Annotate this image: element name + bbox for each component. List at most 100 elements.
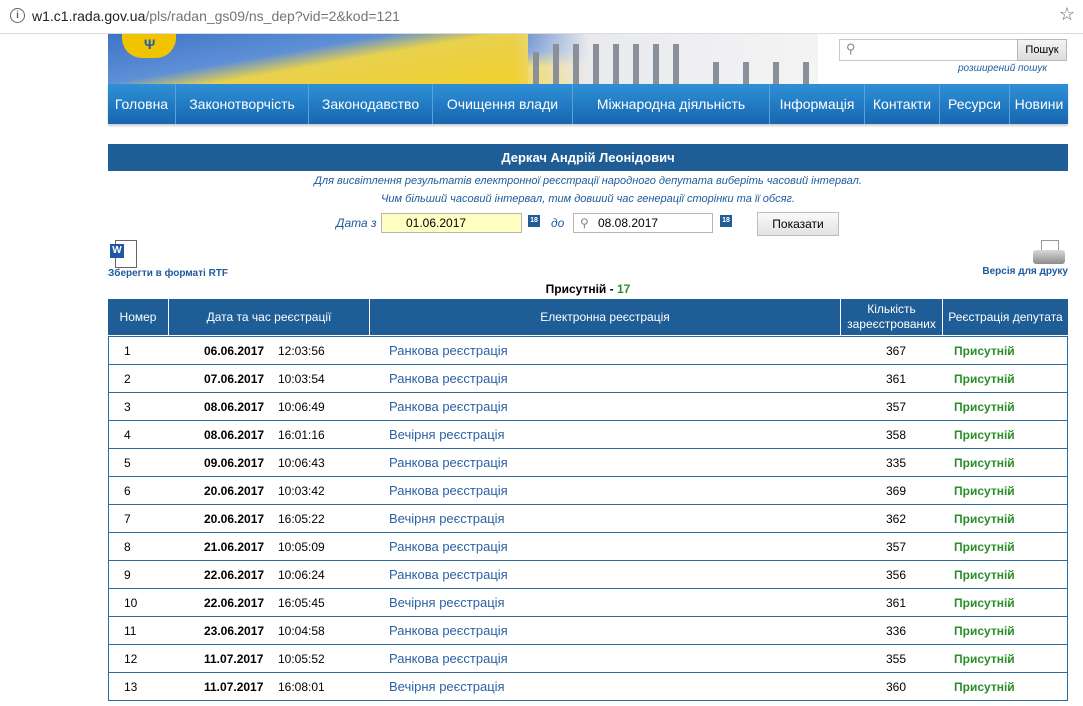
row-time: 10:03:42	[278, 484, 325, 498]
nav-item-home[interactable]: Головна	[108, 84, 176, 124]
registration-link[interactable]: Ранкова реєстрація	[389, 651, 508, 666]
table-row: 9 22.06.2017 10:06:24 Ранкова реєстрація 356…	[108, 561, 1068, 589]
row-time: 16:05:45	[278, 596, 325, 610]
deputy-status: Присутній	[954, 428, 1015, 442]
registered-count: 358	[885, 428, 906, 442]
registered-count: 335	[885, 456, 906, 470]
row-date: 20.06.2017	[204, 512, 265, 526]
table-body: 1 06.06.2017 12:03:56 Ранкова реєстрація 367…	[108, 336, 1068, 701]
row-number: 6	[124, 484, 131, 498]
note-line-2: Чим більший часовий інтервал, тим довший…	[381, 193, 795, 205]
url-field[interactable]: w1.c1.rada.gov.ua/pls/radan_gs09/ns_dep?…	[32, 8, 400, 24]
save-rtf-link[interactable]: Зберегти в форматі RTF	[108, 268, 228, 279]
row-number: 10	[124, 596, 138, 610]
row-date: 11.07.2017	[204, 652, 264, 666]
registration-link[interactable]: Ранкова реєстрація	[389, 343, 508, 358]
deputy-status: Присутній	[954, 372, 1015, 386]
print-version-link[interactable]: Версія для друку	[982, 266, 1068, 277]
nav-item-lawmaking[interactable]: Законотворчість	[176, 84, 309, 124]
nav-item-news[interactable]: Новини	[1010, 84, 1068, 124]
registered-count: 367	[885, 344, 906, 358]
table-row: 5 09.06.2017 10:06:43 Ранкова реєстрація 335…	[108, 449, 1068, 477]
bookmark-star-icon[interactable]: ☆	[1059, 4, 1075, 25]
row-date: 11.07.2017	[204, 680, 264, 694]
table-row: 1 06.06.2017 12:03:56 Ранкова реєстрація 367…	[108, 336, 1068, 365]
date-from-label: Дата з	[336, 216, 377, 230]
calendar-icon[interactable]: 18	[720, 215, 732, 227]
nav-item-resources[interactable]: Ресурси	[940, 84, 1010, 124]
date-to-value: 08.08.2017	[598, 216, 659, 230]
registration-link[interactable]: Ранкова реєстрація	[389, 399, 508, 414]
table-row: 2 07.06.2017 10:03:54 Ранкова реєстрація 361…	[108, 365, 1068, 393]
nav-item-legislation[interactable]: Законодавство	[309, 84, 433, 124]
row-time: 10:05:09	[278, 540, 325, 554]
table-row: 13 11.07.2017 16:08:01 Вечірня реєстрація 36…	[108, 673, 1068, 701]
url-host: w1.c1.rada.gov.ua	[32, 8, 146, 24]
col-datetime: Дата та час реєстрації	[169, 299, 370, 335]
table-row: 7 20.06.2017 16:05:22 Вечірня реєстрація 362…	[108, 505, 1068, 533]
search-button[interactable]: Пошук	[1017, 39, 1067, 61]
page-title: Деркач Андрій Леонідович	[108, 144, 1068, 171]
registered-count: 361	[885, 372, 906, 386]
date-to-field[interactable]: ⚲ 08.08.2017	[573, 213, 713, 233]
registration-link[interactable]: Вечірня реєстрація	[389, 511, 505, 526]
nav-item-contacts[interactable]: Контакти	[865, 84, 940, 124]
row-time: 10:06:43	[278, 456, 325, 470]
header-banner	[108, 34, 818, 84]
deputy-status: Присутній	[954, 596, 1015, 610]
url-path: /pls/radan_gs09/ns_dep?vid=2&kod=121	[145, 8, 400, 24]
registration-link[interactable]: Ранкова реєстрація	[389, 623, 508, 638]
registration-link[interactable]: Вечірня реєстрація	[389, 679, 505, 694]
registration-link[interactable]: Ранкова реєстрація	[389, 539, 508, 554]
parliament-building-image	[513, 34, 818, 84]
row-number: 8	[124, 540, 131, 554]
row-time: 10:06:24	[278, 568, 325, 582]
col-number: Номер	[108, 299, 169, 335]
deputy-status: Присутній	[954, 344, 1015, 358]
advanced-search-link[interactable]: розширений пошук	[958, 63, 1047, 74]
row-number: 1	[124, 344, 131, 358]
nav-item-international[interactable]: Міжнародна діяльність	[573, 84, 770, 124]
row-number: 9	[124, 568, 131, 582]
table-header: Номер Дата та час реєстрації Електронна …	[108, 299, 1068, 335]
registered-count: 356	[885, 568, 906, 582]
registration-link[interactable]: Вечірня реєстрація	[389, 595, 505, 610]
registration-link[interactable]: Вечірня реєстрація	[389, 427, 505, 442]
search-icon: ⚲	[846, 41, 856, 56]
registered-count: 369	[885, 484, 906, 498]
table-row: 12 11.07.2017 10:05:52 Ранкова реєстрація 35…	[108, 645, 1068, 673]
row-date: 08.06.2017	[204, 400, 265, 414]
nav-item-lustration[interactable]: Очищення влади	[433, 84, 573, 124]
printer-icon[interactable]	[1033, 240, 1065, 266]
deputy-status: Присутній	[954, 400, 1015, 414]
row-time: 10:03:54	[278, 372, 325, 386]
show-button[interactable]: Показати	[757, 212, 839, 236]
deputy-status: Присутній	[954, 652, 1015, 666]
registration-link[interactable]: Ранкова реєстрація	[389, 455, 508, 470]
deputy-status: Присутній	[954, 456, 1015, 470]
present-count: 17	[616, 282, 631, 296]
deputy-status: Присутній	[954, 624, 1015, 638]
row-date: 09.06.2017	[204, 456, 265, 470]
registration-link[interactable]: Ранкова реєстрація	[389, 567, 508, 582]
word-document-icon[interactable]: W	[110, 240, 137, 268]
row-date: 23.06.2017	[204, 624, 265, 638]
row-date: 08.06.2017	[204, 428, 265, 442]
date-from-field[interactable]: 01.06.2017	[381, 213, 522, 233]
nav-item-information[interactable]: Інформація	[770, 84, 865, 124]
deputy-status: Присутній	[954, 568, 1015, 582]
row-date: 20.06.2017	[204, 484, 265, 498]
registration-link[interactable]: Ранкова реєстрація	[389, 483, 508, 498]
row-date: 22.06.2017	[204, 568, 265, 582]
col-count: Кількість зареєстрованих	[841, 299, 943, 335]
info-icon[interactable]: i	[10, 8, 25, 23]
row-number: 7	[124, 512, 131, 526]
table-row: 4 08.06.2017 16:01:16 Вечірня реєстрація 358…	[108, 421, 1068, 449]
registration-link[interactable]: Ранкова реєстрація	[389, 371, 508, 386]
search-input[interactable]: ⚲	[839, 39, 1019, 61]
calendar-icon[interactable]: 18	[528, 215, 540, 227]
deputy-status: Присутній	[954, 540, 1015, 554]
registered-count: 360	[885, 680, 906, 694]
row-number: 4	[124, 428, 131, 442]
col-deputy-status: Реєстрація депутата	[948, 309, 1063, 324]
